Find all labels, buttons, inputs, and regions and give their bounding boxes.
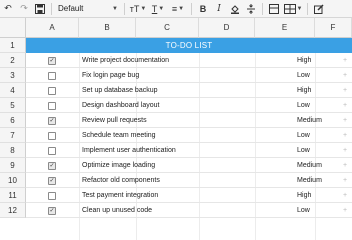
- row-header[interactable]: 8: [0, 143, 26, 158]
- priority-cell[interactable]: Low: [297, 128, 347, 143]
- toolbar-separator: [307, 2, 308, 15]
- redo-icon[interactable]: ↷: [16, 1, 32, 17]
- task-name-cell[interactable]: Write project documentation: [82, 53, 252, 68]
- chevron-down-icon: ▼: [112, 5, 118, 12]
- spreadsheet-grid: A B C D E F TO-DO LIST 1 2 3 4 5 6 7 8 9 10 11 12 ✓…: [0, 18, 352, 240]
- text-color-icon[interactable]: T ▼: [148, 1, 168, 17]
- toolbar-separator: [191, 2, 192, 15]
- plus-icon: +: [343, 177, 348, 184]
- row-header[interactable]: 5: [0, 98, 26, 113]
- task-checkbox[interactable]: ✓: [48, 116, 56, 125]
- plus-icon: +: [343, 102, 348, 109]
- plus-icon: +: [343, 87, 348, 94]
- column-header-a[interactable]: A: [26, 18, 79, 38]
- fill-color-icon[interactable]: [227, 1, 243, 17]
- task-checkbox[interactable]: ✓: [48, 161, 56, 170]
- priority-cell[interactable]: Low: [297, 203, 347, 218]
- merge-cells-icon[interactable]: ▼: [282, 1, 304, 17]
- task-name-cell[interactable]: Design dashboard layout: [82, 98, 252, 113]
- task-row: ✓ Optimize image loading Medium +: [26, 158, 352, 173]
- task-name-cell[interactable]: Review pull requests: [82, 113, 252, 128]
- select-all-corner[interactable]: [0, 18, 26, 38]
- plus-icon: +: [343, 57, 348, 64]
- priority-cell[interactable]: Low: [297, 68, 347, 83]
- task-row: ✓ Refactor old components Medium +: [26, 173, 352, 188]
- plus-icon: +: [343, 72, 348, 79]
- task-name-cell[interactable]: Set up database backup: [82, 83, 252, 98]
- plus-icon: +: [343, 147, 348, 154]
- task-name-cell[interactable]: Implement user authentication: [82, 143, 252, 158]
- row-header[interactable]: 12: [0, 203, 26, 218]
- row-header[interactable]: 2: [0, 53, 26, 68]
- row-header[interactable]: 9: [0, 158, 26, 173]
- priority-cell[interactable]: Low: [297, 143, 347, 158]
- task-checkbox[interactable]: [48, 101, 56, 110]
- column-header-e[interactable]: E: [255, 18, 315, 38]
- bold-button[interactable]: B: [195, 1, 211, 17]
- plus-icon: +: [343, 132, 348, 139]
- plus-icon: +: [343, 117, 348, 124]
- row-header[interactable]: 3: [0, 68, 26, 83]
- plus-icon: +: [343, 192, 348, 199]
- cell-style-select[interactable]: Default ▼: [55, 2, 121, 16]
- column-header-f[interactable]: F: [315, 18, 352, 38]
- task-row: ✓ Review pull requests Medium +: [26, 113, 352, 128]
- toolbar-separator: [262, 2, 263, 15]
- task-row: Implement user authentication Low +: [26, 143, 352, 158]
- task-name-cell[interactable]: Schedule team meeting: [82, 128, 252, 143]
- task-checkbox[interactable]: [48, 71, 56, 80]
- title-cell[interactable]: TO-DO LIST: [26, 38, 352, 53]
- task-row: Schedule team meeting Low +: [26, 128, 352, 143]
- priority-cell[interactable]: Low: [297, 98, 347, 113]
- priority-cell[interactable]: High: [297, 188, 347, 203]
- task-checkbox[interactable]: [48, 131, 56, 140]
- plus-icon: +: [343, 207, 348, 214]
- italic-button[interactable]: I: [211, 1, 227, 17]
- edit-icon[interactable]: [311, 1, 327, 17]
- borders-icon[interactable]: [266, 1, 282, 17]
- task-row: Design dashboard layout Low +: [26, 98, 352, 113]
- task-name-cell[interactable]: Clean up unused code: [82, 203, 252, 218]
- task-checkbox[interactable]: ✓: [48, 56, 56, 65]
- row-header[interactable]: 11: [0, 188, 26, 203]
- task-checkbox[interactable]: [48, 191, 56, 200]
- task-checkbox[interactable]: ✓: [48, 176, 56, 185]
- column-header-c[interactable]: C: [136, 18, 199, 38]
- toolbar: ↶ ↷ Default ▼ тT ▼ T ▼ ≡ ▼ B I ▼: [0, 0, 352, 18]
- column-header-b[interactable]: B: [79, 18, 136, 38]
- task-name-cell[interactable]: Test payment integration: [82, 188, 252, 203]
- task-row: ✓ Write project documentation High +: [26, 53, 352, 68]
- task-row: Set up database backup High +: [26, 83, 352, 98]
- task-row: Test payment integration High +: [26, 188, 352, 203]
- priority-cell[interactable]: Medium: [297, 113, 347, 128]
- priority-cell[interactable]: Medium: [297, 173, 347, 188]
- task-row: ✓ Clean up unused code Low +: [26, 203, 352, 218]
- priority-cell[interactable]: Medium: [297, 158, 347, 173]
- row-header[interactable]: 1: [0, 38, 26, 53]
- row-header[interactable]: 7: [0, 128, 26, 143]
- row-header[interactable]: 6: [0, 113, 26, 128]
- task-name-cell[interactable]: Optimize image loading: [82, 158, 252, 173]
- align-icon[interactable]: ≡ ▼: [168, 1, 188, 17]
- save-icon[interactable]: [32, 1, 48, 17]
- task-checkbox[interactable]: [48, 146, 56, 155]
- toolbar-separator: [124, 2, 125, 15]
- row-header[interactable]: 4: [0, 83, 26, 98]
- vertical-align-icon[interactable]: [243, 1, 259, 17]
- priority-cell[interactable]: High: [297, 53, 347, 68]
- column-header-d[interactable]: D: [199, 18, 255, 38]
- cell-style-value: Default: [58, 4, 84, 13]
- task-checkbox[interactable]: ✓: [48, 206, 56, 215]
- toolbar-separator: [51, 2, 52, 15]
- priority-cell[interactable]: High: [297, 83, 347, 98]
- plus-icon: +: [343, 162, 348, 169]
- task-name-cell[interactable]: Refactor old components: [82, 173, 252, 188]
- row-header[interactable]: 10: [0, 173, 26, 188]
- undo-icon[interactable]: ↶: [0, 1, 16, 17]
- task-row: Fix login page bug Low +: [26, 68, 352, 83]
- task-checkbox[interactable]: [48, 86, 56, 95]
- task-name-cell[interactable]: Fix login page bug: [82, 68, 252, 83]
- font-size-icon[interactable]: тT ▼: [128, 1, 148, 17]
